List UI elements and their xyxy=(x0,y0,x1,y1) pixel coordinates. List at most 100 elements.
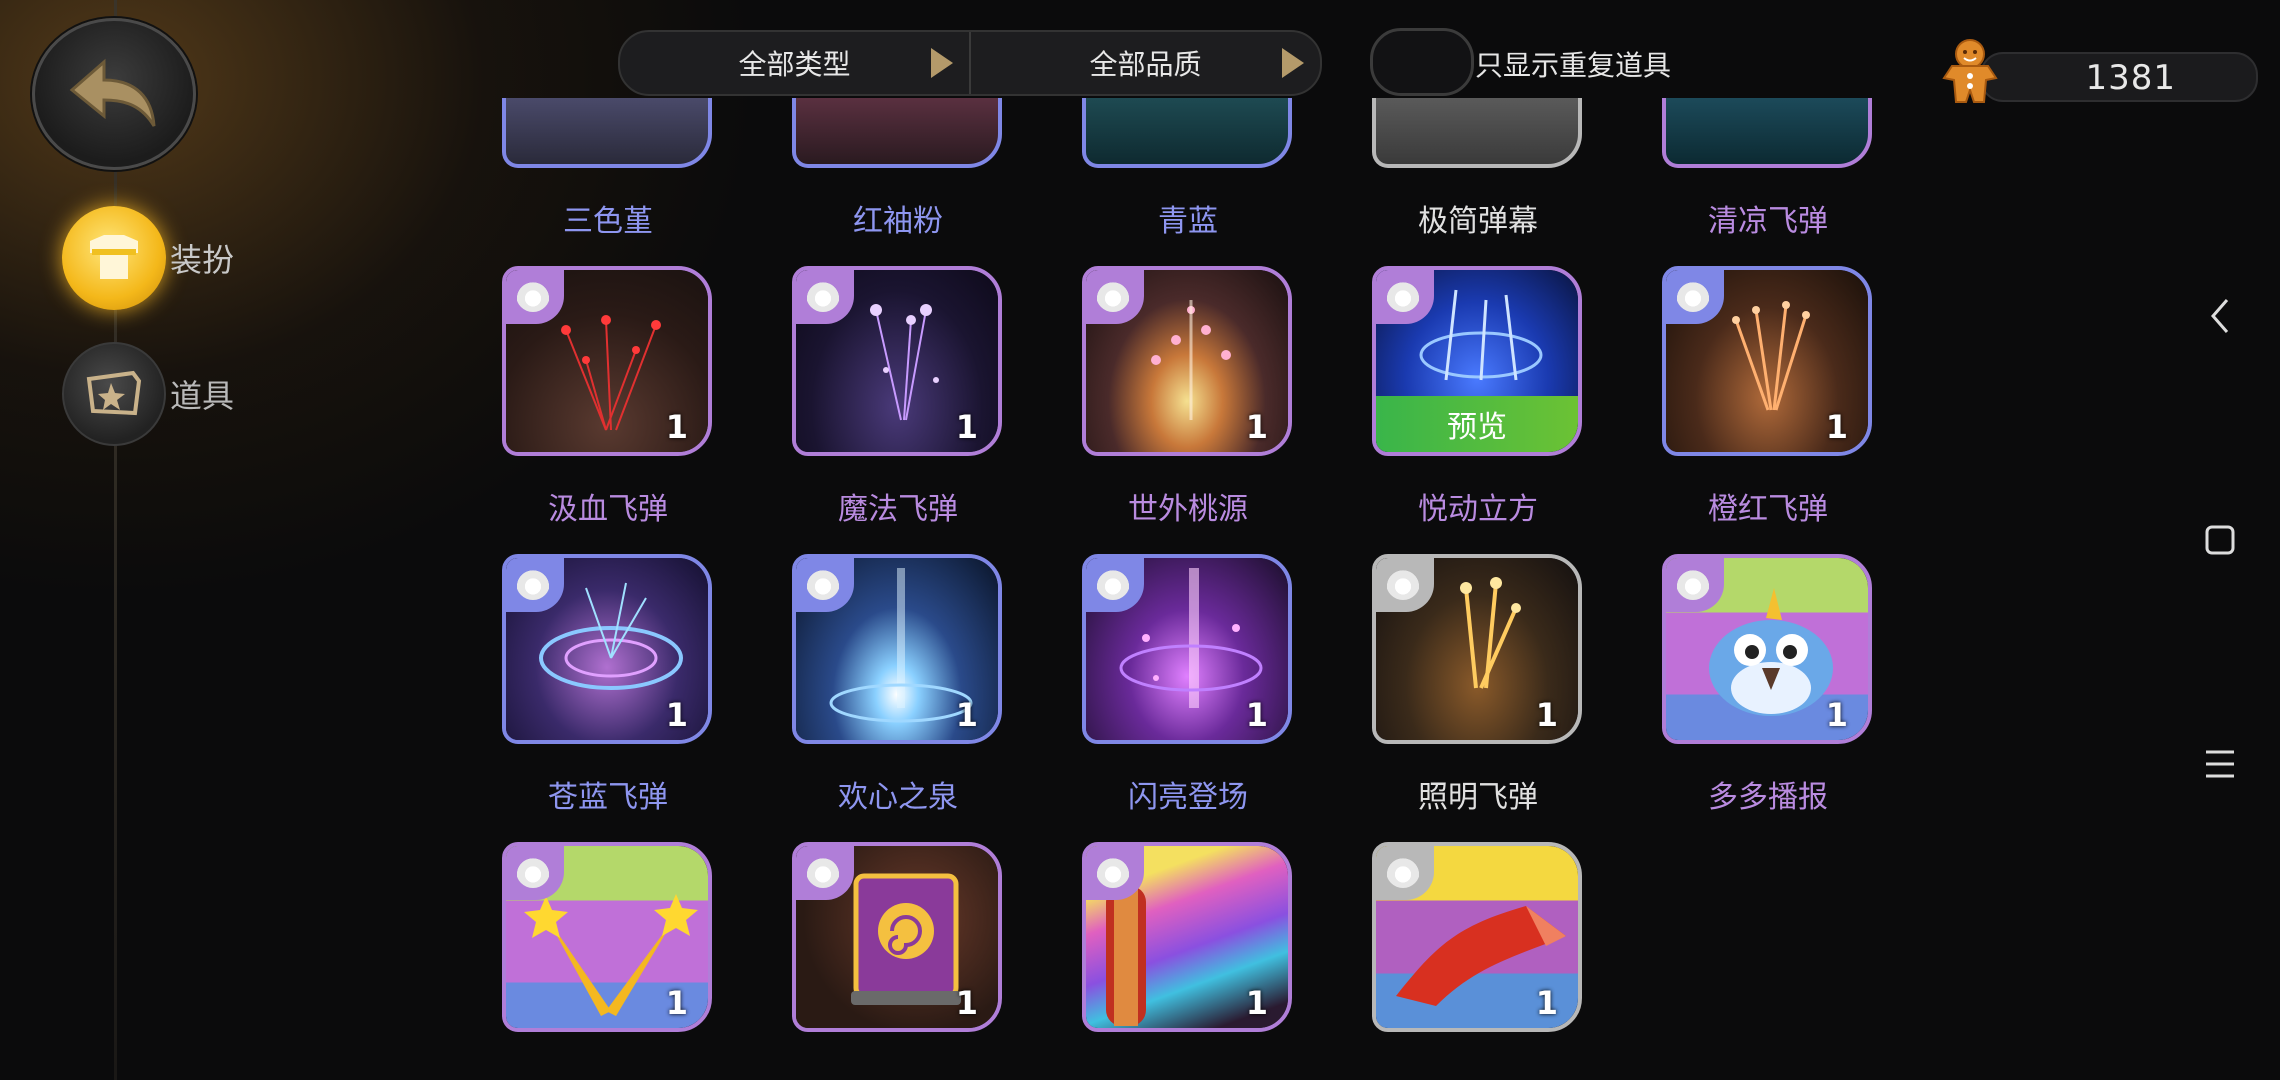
flame-icon xyxy=(516,278,550,312)
rarity-tag xyxy=(1086,270,1144,324)
item-card-partial[interactable] xyxy=(792,98,1002,168)
duplicate-only-toggle[interactable] xyxy=(1370,28,1474,96)
item-count: 1 xyxy=(1535,984,1558,1022)
rarity-tag xyxy=(796,270,854,324)
item-card[interactable]: 1 xyxy=(1372,842,1582,1032)
flame-icon xyxy=(1096,566,1130,600)
type-filter-label: 全部类型 xyxy=(738,48,851,81)
rarity-tag xyxy=(1666,270,1724,324)
item-card-partial[interactable] xyxy=(502,98,712,168)
item-name: 极简弹幕 xyxy=(1418,204,1538,239)
sidebar-item-label: 道具 xyxy=(170,377,235,415)
item-card[interactable]: 1 xyxy=(792,554,1002,744)
flame-icon xyxy=(516,854,550,888)
quality-filter-dropdown[interactable]: 全部品质 xyxy=(969,32,1320,94)
item-count: 1 xyxy=(665,984,688,1022)
item-card-partial[interactable] xyxy=(1372,98,1582,168)
item-name: 红袖粉 xyxy=(853,204,943,239)
sidebar-item-label: 装扮 xyxy=(170,241,235,279)
item-count: 1 xyxy=(665,408,688,446)
item-card[interactable]: 预览 xyxy=(1372,266,1582,456)
flame-icon xyxy=(1676,278,1710,312)
triangle-right-icon xyxy=(931,48,953,78)
item-count: 1 xyxy=(1825,696,1848,734)
filter-bar: 全部类型 全部品质 xyxy=(618,30,1322,96)
item-card[interactable]: 1 xyxy=(502,266,712,456)
item-name: 多多播报 xyxy=(1708,780,1828,815)
item-count: 1 xyxy=(665,696,688,734)
quality-filter-label: 全部品质 xyxy=(1089,48,1202,81)
item-card[interactable]: 1 xyxy=(502,554,712,744)
item-name: 苍蓝飞弹 xyxy=(548,780,668,815)
flame-icon xyxy=(806,278,840,312)
item-card[interactable]: 1 xyxy=(792,842,1002,1032)
flame-icon xyxy=(1096,854,1130,888)
item-name: 欢心之泉 xyxy=(838,780,958,815)
item-name: 汲血飞弹 xyxy=(548,492,668,527)
square-icon xyxy=(2205,525,2235,555)
back-button[interactable] xyxy=(32,18,196,170)
rarity-tag xyxy=(1376,558,1434,612)
props-icon xyxy=(62,342,166,446)
sidebar-item-props[interactable]: 道具 xyxy=(62,342,234,446)
menu-icon xyxy=(2206,750,2234,778)
system-home-button[interactable] xyxy=(2200,520,2240,560)
currency-value: 1381 xyxy=(2085,58,2176,98)
rarity-tag xyxy=(796,558,854,612)
item-count: 1 xyxy=(1245,696,1268,734)
rarity-tag xyxy=(506,846,564,900)
item-count: 1 xyxy=(955,984,978,1022)
shirt-icon xyxy=(62,206,166,310)
item-card[interactable]: 1 xyxy=(1662,266,1872,456)
item-name: 清凉飞弹 xyxy=(1708,204,1828,239)
flame-icon xyxy=(1386,278,1420,312)
flame-icon xyxy=(1386,566,1420,600)
item-card[interactable]: 1 xyxy=(1662,554,1872,744)
gingerbread-icon xyxy=(1942,39,1998,103)
flame-icon xyxy=(1676,566,1710,600)
flame-icon xyxy=(806,854,840,888)
back-arrow-icon xyxy=(69,58,156,127)
item-card-partial[interactable] xyxy=(1082,98,1292,168)
chevron-left-icon xyxy=(2211,299,2229,333)
item-name: 青蓝 xyxy=(1158,204,1218,239)
item-name: 照明飞弹 xyxy=(1418,780,1538,815)
item-count: 1 xyxy=(955,696,978,734)
item-name: 魔法飞弹 xyxy=(838,492,958,527)
rarity-tag xyxy=(1086,558,1144,612)
item-count: 1 xyxy=(955,408,978,446)
item-count: 1 xyxy=(1535,696,1558,734)
item-name: 悦动立方 xyxy=(1418,492,1538,527)
item-count: 1 xyxy=(1245,408,1268,446)
item-name: 世外桃源 xyxy=(1128,492,1248,527)
preview-button[interactable]: 预览 xyxy=(1376,396,1578,452)
rarity-tag xyxy=(1376,270,1434,324)
flame-icon xyxy=(1096,278,1130,312)
system-menu-button[interactable] xyxy=(2200,744,2240,784)
item-count: 1 xyxy=(1245,984,1268,1022)
rarity-tag xyxy=(1666,558,1724,612)
flame-icon xyxy=(1386,854,1420,888)
item-card[interactable]: 1 xyxy=(1372,554,1582,744)
item-card[interactable]: 1 xyxy=(502,842,712,1032)
item-card[interactable]: 1 xyxy=(1082,266,1292,456)
item-count: 1 xyxy=(1825,408,1848,446)
item-name: 三色堇 xyxy=(563,204,653,239)
rarity-tag xyxy=(506,558,564,612)
sidebar-item-dress[interactable]: 装扮 xyxy=(62,206,234,310)
item-card[interactable]: 1 xyxy=(1082,842,1292,1032)
rarity-tag xyxy=(1376,846,1434,900)
triangle-right-icon xyxy=(1282,48,1304,78)
item-card[interactable]: 1 xyxy=(792,266,1002,456)
flame-icon xyxy=(806,566,840,600)
system-back-button[interactable] xyxy=(2200,296,2240,336)
flame-icon xyxy=(516,566,550,600)
item-card[interactable]: 1 xyxy=(1082,554,1292,744)
currency-display: 1381 xyxy=(1980,52,2258,102)
rarity-tag xyxy=(796,846,854,900)
rarity-tag xyxy=(1086,846,1144,900)
item-name: 闪亮登场 xyxy=(1128,780,1248,815)
rarity-tag xyxy=(506,270,564,324)
item-card-partial[interactable] xyxy=(1662,98,1872,168)
type-filter-dropdown[interactable]: 全部类型 xyxy=(620,32,969,94)
